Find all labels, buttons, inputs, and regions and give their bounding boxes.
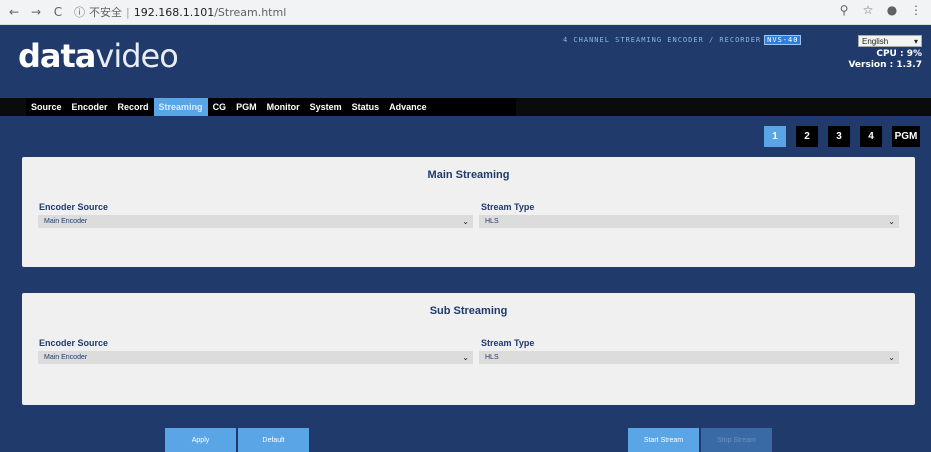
main-menu: Source Encoder Record Streaming CG PGM Monitor… (26, 98, 516, 116)
menu-bar: Source Encoder Record Streaming CG PGM Monitor… (0, 98, 931, 116)
main-streaming-panel: Main Streaming Encoder Source Main Encod… (22, 157, 915, 267)
reload-icon[interactable]: C (50, 5, 66, 19)
model-badge: NVS-40 (764, 35, 802, 45)
datavideo-logo: datavideo (18, 37, 179, 75)
encoder-source-label: Encoder Source (39, 202, 109, 212)
apply-button[interactable]: Apply (165, 428, 236, 452)
panel-title: Main Streaming (427, 169, 510, 181)
chevron-down-icon: ⌄ (888, 353, 895, 362)
back-arrow-icon[interactable]: ← (6, 5, 22, 19)
url-path: /Stream.html (214, 5, 287, 19)
star-icon[interactable]: ☆ (861, 3, 875, 17)
chevron-down-icon: ⌄ (462, 353, 469, 362)
channel-page-4[interactable]: 4 (860, 126, 882, 147)
forward-arrow-icon[interactable]: → (28, 5, 44, 19)
start-stream-button[interactable]: Start Stream (628, 428, 699, 452)
info-icon[interactable]: ⓘ (74, 4, 85, 20)
chevron-down-icon: ⌄ (462, 217, 469, 226)
cpu-usage: CPU : 9% (876, 49, 922, 59)
chevron-down-icon: ▾ (913, 36, 918, 46)
browser-toolbar: ← → C ⓘ 不安全 | 192.168.1.101/Stream.html … (0, 0, 931, 25)
encoder-source-select[interactable]: Main Encoder ⌄ (38, 351, 473, 364)
address-bar[interactable]: ⓘ 不安全 | 192.168.1.101/Stream.html (74, 3, 286, 21)
url-host: 192.168.1.101 (133, 5, 215, 19)
system-info: CPU : 9% Version : 1.3.7 (848, 49, 922, 71)
menu-item-streaming[interactable]: Streaming (153, 98, 208, 116)
stream-type-label: Stream Type (481, 338, 535, 348)
channel-page-2[interactable]: 2 (796, 126, 818, 147)
channel-page-pgm[interactable]: PGM (892, 126, 920, 147)
security-label: 不安全 (89, 6, 122, 19)
encoder-source-select[interactable]: Main Encoder ⌄ (38, 215, 473, 228)
profile-icon[interactable]: ● (885, 3, 899, 17)
stream-type-select[interactable]: HLS ⌄ (479, 215, 899, 228)
product-title: 4 CHANNEL STREAMING ENCODER / RECORDER NV… (563, 35, 802, 45)
menu-item-cg[interactable]: CG (208, 98, 232, 116)
language-select[interactable]: English ▾ (858, 35, 922, 47)
encoder-source-label: Encoder Source (39, 338, 109, 348)
default-button[interactable]: Default (238, 428, 309, 452)
stream-type-label: Stream Type (481, 202, 535, 212)
zoom-icon[interactable]: ⚲ (837, 3, 851, 17)
app-header: datavideo 4 CHANNEL STREAMING ENCODER / … (0, 25, 931, 98)
menu-item-pgm[interactable]: PGM (231, 98, 262, 116)
menu-item-status[interactable]: Status (347, 98, 385, 116)
menu-item-encoder[interactable]: Encoder (67, 98, 113, 116)
channel-page-3[interactable]: 3 (828, 126, 850, 147)
menu-item-record[interactable]: Record (113, 98, 154, 116)
chevron-down-icon: ⌄ (888, 217, 895, 226)
menu-item-advance[interactable]: Advance (384, 98, 432, 116)
menu-item-monitor[interactable]: Monitor (262, 98, 305, 116)
channel-pager: 1 2 3 4 PGM (764, 126, 920, 147)
stream-type-select[interactable]: HLS ⌄ (479, 351, 899, 364)
channel-page-1[interactable]: 1 (764, 126, 786, 147)
address-separator: | (126, 5, 130, 19)
stop-stream-button[interactable]: Stop Stream (701, 428, 772, 452)
menu-item-system[interactable]: System (305, 98, 347, 116)
panel-title: Sub Streaming (429, 305, 508, 317)
sub-streaming-panel: Sub Streaming Encoder Source Main Encode… (22, 293, 915, 405)
menu-icon[interactable]: ⋮ (909, 3, 923, 17)
firmware-version: Version : 1.3.7 (848, 60, 922, 70)
menu-item-source[interactable]: Source (26, 98, 67, 116)
